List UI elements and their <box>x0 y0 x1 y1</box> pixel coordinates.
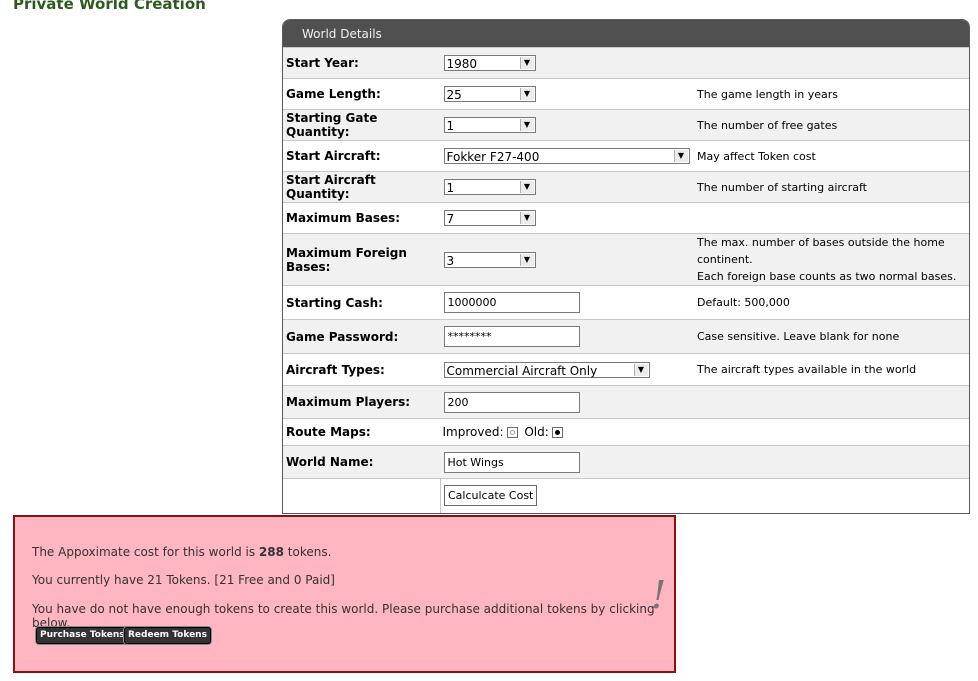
row-start-year: Start Year: 1980 ▼ <box>283 47 969 79</box>
maximum-bases-label: Maximum Bases: <box>283 202 441 234</box>
row-route-maps: Route Maps: Improved: Old: <box>283 418 969 446</box>
row-game-length: Game Length: 25 ▼ The game length in year… <box>283 78 969 110</box>
maximum-foreign-bases-desc-2: Each foreign base counts as two normal b… <box>697 270 957 283</box>
chevron-down-icon: ▼ <box>519 88 534 100</box>
aircraft-types-value: Commercial Aircraft Only <box>446 363 598 378</box>
world-name-input[interactable]: Hot Wings <box>443 451 580 473</box>
maximum-foreign-bases-label: Maximum Foreign Bases: <box>283 233 441 286</box>
aircraft-types-select[interactable]: Commercial Aircraft Only ▼ <box>443 361 650 378</box>
chevron-down-icon: ▼ <box>519 253 534 266</box>
chevron-down-icon: ▼ <box>673 150 688 162</box>
game-length-value: 25 <box>446 88 462 102</box>
maximum-bases-value: 7 <box>446 212 455 226</box>
route-maps-improved-label: Improved: <box>442 425 504 439</box>
start-aircraft-value: Fokker F27-400 <box>446 150 540 164</box>
maximum-bases-select[interactable]: 7 ▼ <box>443 210 536 226</box>
game-password-desc: Case sensitive. Leave blank for none <box>694 319 969 354</box>
panel-header: World Details <box>283 20 969 47</box>
start-aircraft-quantity-value: 1 <box>446 181 455 195</box>
start-aircraft-quantity-select[interactable]: 1 ▼ <box>443 179 536 195</box>
cost-message: The Appoximate cost for this world is 28… <box>32 545 331 559</box>
calculate-cost-button[interactable]: Calculcate Cost <box>444 485 538 507</box>
chevron-down-icon: ▼ <box>519 212 534 224</box>
game-password-input[interactable]: ******** <box>443 326 580 347</box>
start-aircraft-desc: May affect Token cost <box>694 140 969 172</box>
aircraft-types-label: Aircraft Types: <box>283 353 441 386</box>
maximum-foreign-bases-value: 3 <box>446 253 455 268</box>
start-aircraft-label: Start Aircraft: <box>283 140 441 172</box>
starting-cash-desc: Default: 500,000 <box>694 285 969 320</box>
starting-cash-input[interactable]: 1000000 <box>443 292 580 313</box>
game-length-desc: The game length in years <box>694 78 969 110</box>
row-start-aircraft: Start Aircraft: Fokker F27-400 ▼ May affe… <box>283 140 969 172</box>
row-world-name: World Name: Hot Wings <box>283 445 969 479</box>
world-details-form: Start Year: 1980 ▼ Game Length: 25 ▼ The g… <box>283 47 969 513</box>
row-maximum-bases: Maximum Bases: 7 ▼ <box>283 202 969 234</box>
starting-cash-label: Starting Cash: <box>283 285 441 320</box>
start-year-select[interactable]: 1980 ▼ <box>443 55 536 71</box>
game-length-label: Game Length: <box>283 78 441 110</box>
game-length-select[interactable]: 25 ▼ <box>443 86 536 102</box>
page-title: Private World Creation <box>13 0 206 13</box>
game-password-label: Game Password: <box>283 319 441 354</box>
world-name-label: World Name: <box>283 445 441 479</box>
route-maps-label: Route Maps: <box>283 418 441 446</box>
cost-suffix: tokens. <box>283 545 332 559</box>
world-details-panel: World Details Start Year: 1980 ▼ Game Len… <box>282 19 970 514</box>
row-start-aircraft-quantity: Start Aircraft Quantity: 1 ▼ The number o… <box>283 171 969 203</box>
row-aircraft-types: Aircraft Types: Commercial Aircraft Only… <box>283 353 969 386</box>
start-year-label: Start Year: <box>283 47 441 79</box>
row-starting-cash: Starting Cash: 1000000 Default: 500,000 <box>283 285 969 320</box>
start-aircraft-quantity-label: Start Aircraft Quantity: <box>283 171 441 203</box>
token-notice: The Appoximate cost for this world is 28… <box>13 515 676 673</box>
maximum-players-input[interactable]: 200 <box>443 391 580 413</box>
row-starting-gate-quantity: Starting Gate Quantity: 1 ▼ The number of… <box>283 109 969 141</box>
maximum-players-label: Maximum Players: <box>283 385 441 419</box>
current-tokens-message: You currently have 21 Tokens. [21 Free a… <box>32 573 335 587</box>
chevron-down-icon: ▼ <box>519 119 534 131</box>
chevron-down-icon: ▼ <box>519 57 534 69</box>
route-maps-improved-radio[interactable] <box>506 427 518 438</box>
starting-gate-quantity-select[interactable]: 1 ▼ <box>443 117 536 133</box>
maximum-foreign-bases-desc-1: The max. number of bases outside the hom… <box>697 236 945 266</box>
exclamation-icon: ! <box>651 573 667 617</box>
starting-gate-quantity-desc: The number of free gates <box>694 109 969 141</box>
cost-value: 288 <box>258 545 284 559</box>
purchase-tokens-button[interactable]: Purchase Tokens <box>36 627 129 644</box>
starting-gate-quantity-value: 1 <box>446 119 455 133</box>
row-game-password: Game Password: ******** Case sensitive. … <box>283 319 969 354</box>
cost-prefix: The Appoximate cost for this world is <box>32 545 259 559</box>
row-maximum-players: Maximum Players: 200 <box>283 385 969 419</box>
chevron-down-icon: ▼ <box>519 181 534 193</box>
start-year-value: 1980 <box>446 57 478 71</box>
row-maximum-foreign-bases: Maximum Foreign Bases: 3 ▼ The max. numbe… <box>283 233 969 286</box>
starting-gate-quantity-label: Starting Gate Quantity: <box>283 109 441 141</box>
start-aircraft-select[interactable]: Fokker F27-400 ▼ <box>443 148 690 164</box>
start-aircraft-quantity-desc: The number of starting aircraft <box>694 171 969 203</box>
route-maps-old-radio[interactable] <box>551 427 563 438</box>
redeem-tokens-button[interactable]: Redeem Tokens <box>124 627 211 644</box>
chevron-down-icon: ▼ <box>633 363 648 376</box>
maximum-foreign-bases-select[interactable]: 3 ▼ <box>443 251 536 268</box>
row-calculate: Calculcate Cost <box>283 478 969 513</box>
aircraft-types-desc: The aircraft types available in the worl… <box>694 353 969 386</box>
insufficient-tokens-message: You have do not have enough tokens to cr… <box>32 602 655 630</box>
route-maps-old-label: Old: <box>524 425 549 439</box>
